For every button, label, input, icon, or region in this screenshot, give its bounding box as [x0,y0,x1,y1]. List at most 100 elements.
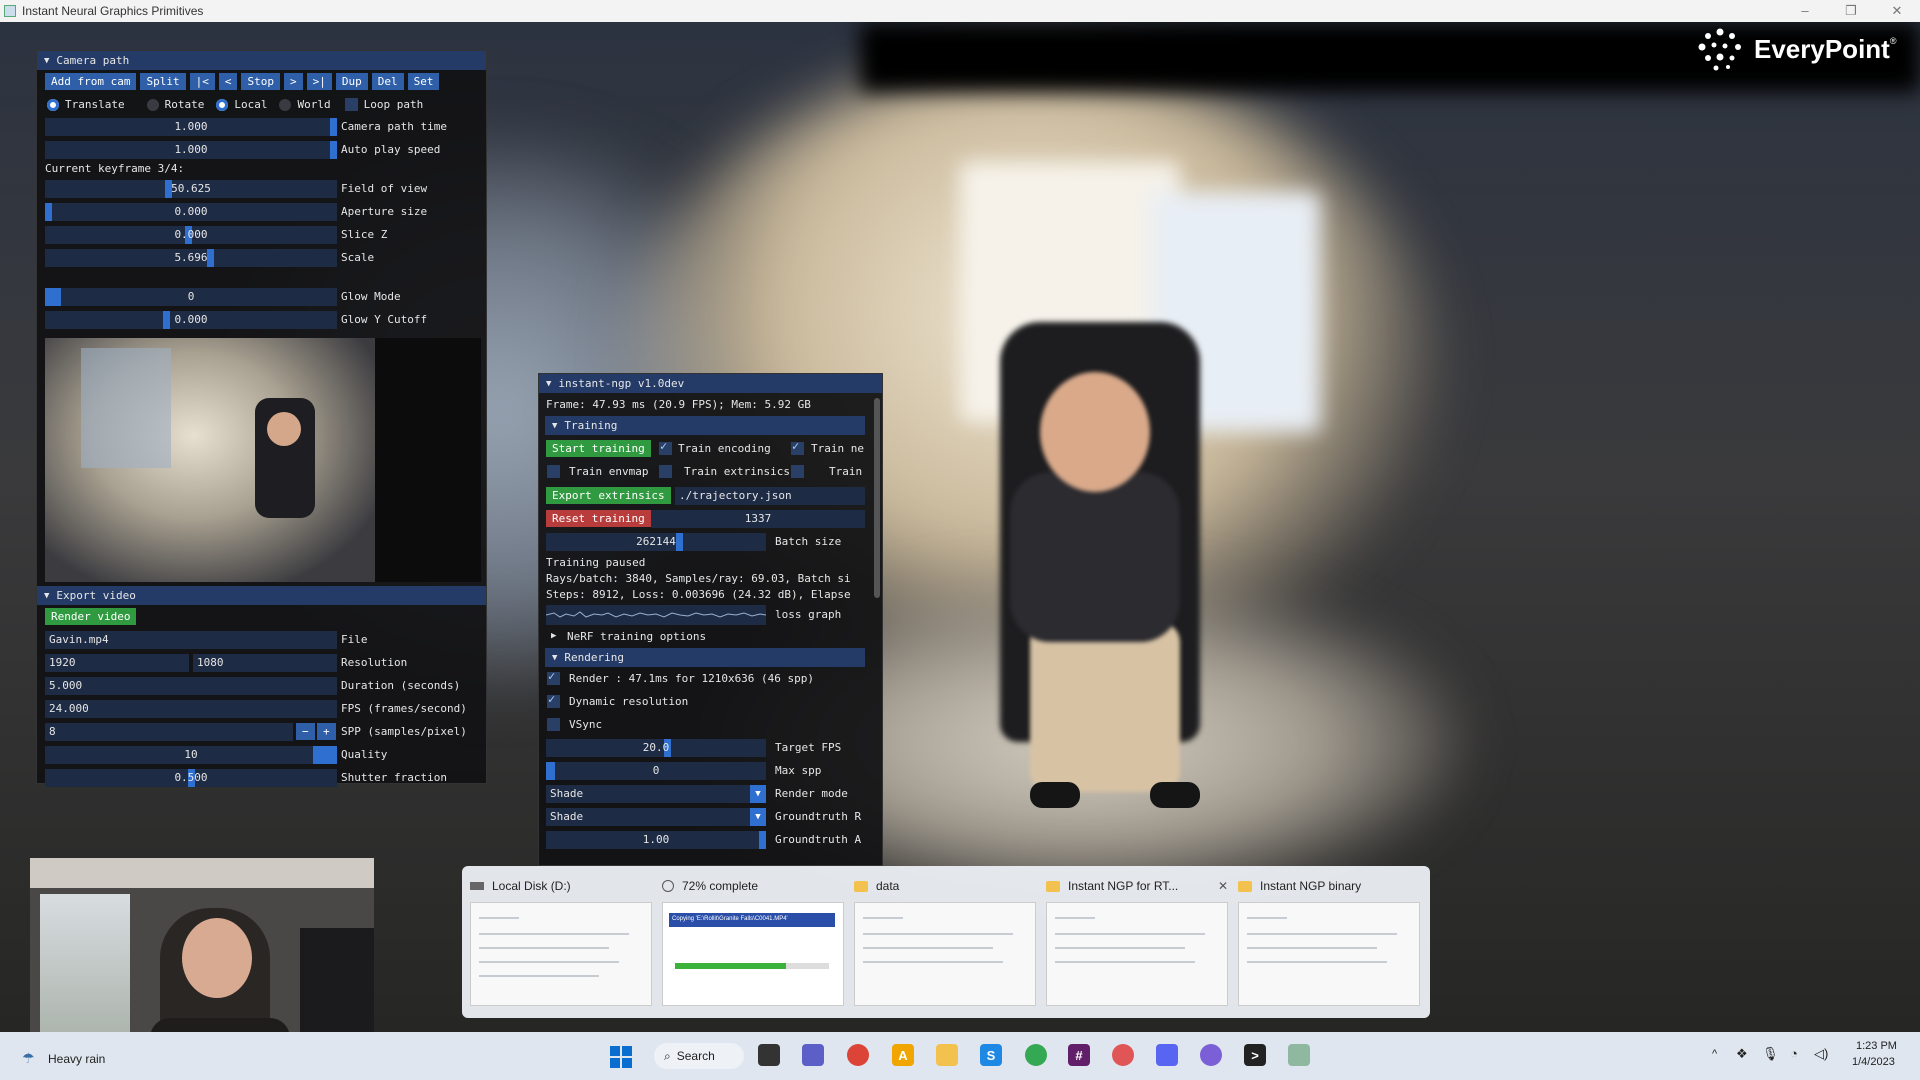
resolution-height-input[interactable]: 1080 [193,654,337,672]
target-fps-slider[interactable]: 20.0 [546,739,766,757]
slice-z-slider[interactable]: 0.000 [45,226,337,244]
train-extra-label: Train [829,465,863,478]
maximize-button[interactable]: ❐ [1828,3,1874,19]
glow-y-cutoff-slider[interactable]: 0.000 [45,311,337,329]
batch-size-slider[interactable]: 262144 [546,533,766,551]
fps-input[interactable]: 24.000 [45,700,337,718]
max-spp-slider[interactable]: 0 [546,762,766,780]
dropbox-icon[interactable]: ❖ [1736,1046,1748,1062]
scale-slider[interactable]: 5.696 [45,249,337,267]
tray-overflow-icon[interactable]: ^ [1712,1048,1717,1060]
chrome-icon[interactable] [847,1044,869,1066]
last-keyframe-button[interactable]: >| [306,73,332,90]
local-radio[interactable] [216,98,229,111]
del-button[interactable]: Del [371,73,404,90]
file-explorer-icon[interactable] [936,1044,958,1066]
max-spp-label: Max spp [775,764,822,777]
train-extra-checkbox[interactable] [791,465,804,478]
train-network-checkbox[interactable] [791,439,804,455]
render-video-button[interactable]: Render video [45,608,137,625]
groundtruth-render-select[interactable]: Shade ▼ [546,808,766,826]
duration-input[interactable]: 5.000 [45,677,337,695]
resolution-width-input[interactable]: 1920 [45,654,189,672]
preview-local-disk[interactable]: Local Disk (D:) [470,876,652,1014]
discord-icon[interactable] [1156,1044,1178,1066]
minimize-button[interactable]: – [1782,3,1828,19]
field-of-view-slider[interactable]: 50.625 [45,180,337,198]
instant-ngp-header[interactable]: ▼ instant-ngp v1.0dev [539,374,882,393]
render-checkbox[interactable] [547,669,560,685]
groundtruth-alpha-slider[interactable]: 1.00 [546,831,766,849]
spp-decrement-button[interactable]: − [296,723,315,740]
nerf-training-options-label[interactable]: NeRF training options [567,630,706,643]
trajectory-path-input[interactable]: ./trajectory.json [675,487,865,505]
search-box[interactable]: ⌕ Search [654,1043,744,1069]
loop-path-checkbox[interactable] [344,98,358,111]
loss-graph [545,605,767,625]
chat-icon[interactable] [802,1044,824,1066]
terminal-icon[interactable]: > [1244,1044,1266,1066]
start-training-button[interactable]: Start training [546,440,651,457]
wifi-icon[interactable]: ◔ [1790,1046,1798,1061]
add-from-cam-button[interactable]: Add from cam [45,73,137,90]
copy-dialog-title: Copying 'E:\Rollit\Granite Falls\C0041.M… [669,913,835,927]
aperture-size-slider[interactable]: 0.000 [45,203,337,221]
clock-time[interactable]: 1:23 PM [1856,1040,1897,1052]
close-preview-button[interactable]: ✕ [1218,879,1228,893]
preview-instant-ngp-binary[interactable]: Instant NGP binary [1238,876,1420,1014]
close-button[interactable]: ✕ [1874,3,1920,19]
davinci-icon[interactable] [1112,1044,1134,1066]
weather-text[interactable]: Heavy rain [48,1052,105,1066]
train-extrinsics-checkbox[interactable] [659,465,672,478]
camera-path-time-slider[interactable]: 1.000 [45,118,337,136]
folder-icon [1046,880,1060,892]
next-keyframe-button[interactable]: > [283,73,303,90]
first-keyframe-button[interactable]: |< [189,73,215,90]
reset-training-button[interactable]: Reset training [546,510,651,527]
camera-path-header[interactable]: ▼ Camera path [37,51,486,70]
clock-date[interactable]: 1/4/2023 [1852,1056,1895,1068]
export-video-header[interactable]: ▼ Export video [37,586,486,605]
spp-input[interactable]: 8 [45,723,293,741]
instant-ngp-app-icon[interactable] [1288,1044,1310,1066]
file-input[interactable]: Gavin.mp4 [45,631,337,649]
stop-button[interactable]: Stop [241,73,280,90]
volume-icon[interactable]: ◁) [1814,1046,1828,1062]
prev-keyframe-button[interactable]: < [218,73,238,90]
render-mode-select[interactable]: Shade ▼ [546,785,766,803]
shutter-fraction-slider[interactable]: 0.500 [45,769,337,787]
split-button[interactable]: Split [140,73,186,90]
translate-radio[interactable] [47,98,59,111]
quality-slider[interactable]: 10 [45,746,337,764]
glow-mode-slider[interactable]: 0 [45,288,337,306]
steps-loss-stats: Steps: 8912, Loss: 0.003696 (24.32 dB), … [546,588,851,601]
panel-scrollbar[interactable] [874,398,880,598]
training-header[interactable]: ▼ Training [545,416,865,435]
slack-icon[interactable]: # [1068,1044,1090,1066]
microphone-icon[interactable]: 🎙 [1762,1046,1779,1062]
spp-increment-button[interactable]: + [317,723,336,740]
dup-button[interactable]: Dup [335,73,368,90]
preview-instant-ngp-rt[interactable]: Instant NGP for RT... ✕ [1046,876,1228,1014]
auto-play-speed-slider[interactable]: 1.000 [45,141,337,159]
train-encoding-checkbox[interactable] [659,439,672,455]
task-view-icon[interactable] [758,1044,780,1066]
acrobat-icon[interactable]: A [892,1044,914,1066]
train-envmap-checkbox[interactable] [547,465,560,478]
preview-data-folder[interactable]: data [854,876,1036,1014]
vsync-checkbox[interactable] [547,718,560,731]
world-radio[interactable] [279,98,292,111]
chrome-profile-icon[interactable] [1025,1044,1047,1066]
rotate-radio[interactable] [146,98,159,111]
preview-copy-progress[interactable]: 72% complete Copying 'E:\Rollit\Granite … [662,876,844,1014]
obs-icon[interactable] [1200,1044,1222,1066]
folder-icon [1238,880,1252,892]
rendering-header[interactable]: ▼ Rendering [545,648,865,667]
seed-input[interactable]: 1337 [651,510,865,528]
skype-icon[interactable]: S [980,1044,1002,1066]
set-button[interactable]: Set [407,73,440,90]
export-extrinsics-button[interactable]: Export extrinsics [546,487,671,504]
dynamic-resolution-checkbox[interactable] [547,692,560,708]
start-button[interactable] [610,1046,632,1068]
nerf-training-options-toggle[interactable]: ▶ [551,631,556,641]
